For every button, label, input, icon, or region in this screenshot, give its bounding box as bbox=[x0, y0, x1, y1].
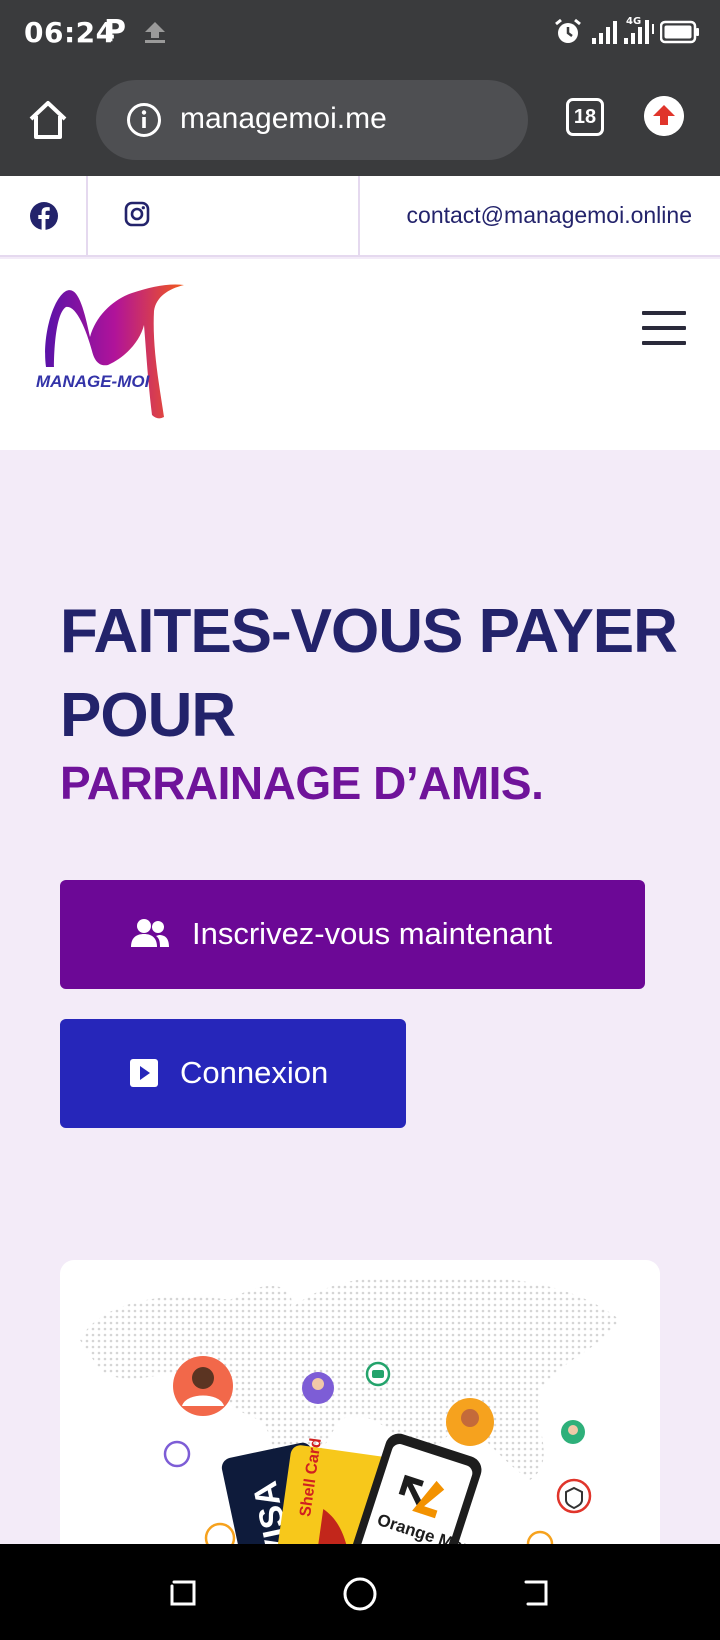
url-bar[interactable]: managemoi.me bbox=[96, 80, 528, 160]
alarm-icon bbox=[555, 18, 581, 43]
home-icon[interactable] bbox=[26, 98, 70, 142]
facebook-link[interactable] bbox=[0, 176, 88, 255]
status-time: 06:24 bbox=[24, 16, 116, 49]
users-icon bbox=[131, 919, 169, 947]
logo-wordmark: MANAGE-MOI bbox=[36, 372, 151, 391]
signup-label[interactable]: Inscrivez-vous maintenant bbox=[192, 916, 552, 952]
hero-subtitle: PARRAINAGE D’AMIS. bbox=[60, 757, 544, 809]
network-label: 4G bbox=[626, 16, 641, 27]
login-button[interactable]: Connexion bbox=[60, 1019, 406, 1128]
back-icon[interactable] bbox=[520, 1576, 554, 1610]
battery-icon bbox=[660, 20, 699, 44]
signup-button[interactable]: Inscrivez-vous maintenant bbox=[60, 880, 645, 989]
browser-toolbar: managemoi.me 18 bbox=[0, 66, 720, 176]
status-bar: 06:24 P 4G bbox=[0, 0, 720, 66]
contact-email-link[interactable]: contact@managemoi.online bbox=[407, 202, 692, 229]
hero-illustration-card: VISA Shell Card Orange Money bbox=[60, 1260, 660, 1560]
login-icon bbox=[130, 1059, 158, 1087]
update-icon[interactable] bbox=[644, 96, 684, 136]
site-header: MANAGE-MOI bbox=[0, 259, 720, 450]
tab-switcher-button[interactable]: 18 bbox=[566, 98, 604, 136]
facebook-icon[interactable] bbox=[30, 202, 58, 230]
menu-hamburger-icon[interactable] bbox=[642, 311, 686, 347]
instagram-icon[interactable] bbox=[124, 201, 150, 227]
managemoi-logo[interactable]: MANAGE-MOI bbox=[34, 279, 194, 429]
hero-title: FAITES-VOUS PAYER POUR bbox=[60, 597, 678, 750]
carrier-p-icon: P bbox=[104, 14, 126, 49]
signal-icon bbox=[592, 21, 617, 44]
info-icon[interactable] bbox=[126, 102, 162, 138]
recent-apps-icon[interactable] bbox=[166, 1576, 200, 1610]
home-nav-icon[interactable] bbox=[342, 1576, 378, 1612]
login-label[interactable]: Connexion bbox=[180, 1055, 328, 1091]
signal-4g-icon: 4G bbox=[624, 16, 654, 44]
contact-topbar: contact@managemoi.online bbox=[0, 176, 720, 257]
world-payments-illustration: VISA Shell Card Orange Money bbox=[80, 1277, 620, 1560]
url-text[interactable]: managemoi.me bbox=[180, 102, 387, 136]
system-navigation-bar bbox=[0, 1544, 720, 1640]
upload-icon bbox=[145, 22, 165, 43]
instagram-link[interactable] bbox=[88, 176, 360, 255]
